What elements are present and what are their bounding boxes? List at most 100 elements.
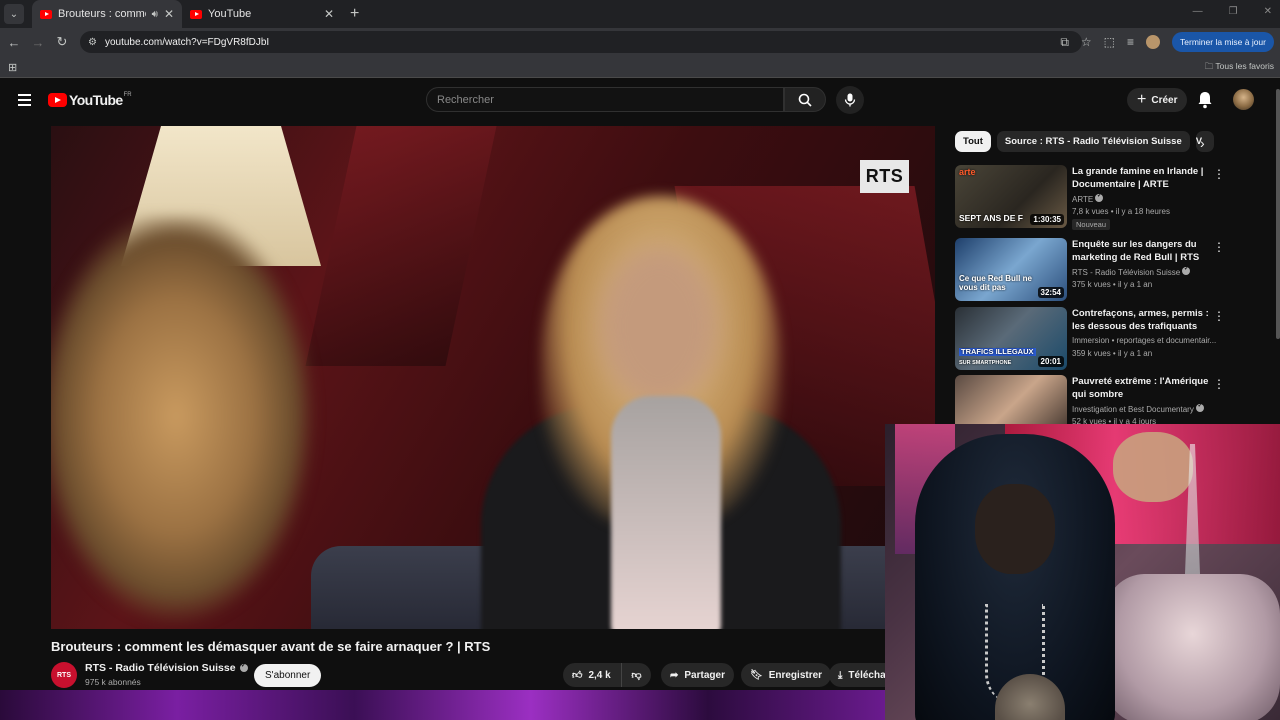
recommendation-title[interactable]: Pauvreté extrême : l'Amérique qui sombre (1072, 375, 1224, 401)
channel-name-text: ARTE (1072, 195, 1094, 204)
browser-tabstrip: ⌄ Brouteurs : comment les dé 🔊︎ ✕ YouTub… (0, 0, 1280, 28)
forward-icon[interactable]: → (26, 35, 50, 50)
youtube-logo[interactable]: YouTube FR (48, 92, 132, 108)
video-title: Brouteurs : comment les démasquer avant … (51, 639, 491, 654)
verified-icon (1095, 194, 1104, 202)
subscriber-count: 975 k abonnés (85, 677, 141, 687)
channel-name-text: RTS - Radio Télévision Suisse (1072, 268, 1181, 277)
create-button[interactable]: + Créer (1127, 88, 1188, 112)
filter-chips: Tout Source : RTS - Radio Télévision Sui… (955, 131, 1214, 152)
reading-list-icon[interactable]: ≡ (1127, 35, 1134, 49)
voice-search-button[interactable] (836, 86, 864, 114)
video-thumbnail[interactable]: arte SEPT ANS DE F 1:30:35 (955, 165, 1067, 228)
verified-icon (1182, 267, 1191, 275)
recommendation-title[interactable]: Enquête sur les dangers du marketing de … (1072, 238, 1224, 264)
plus-icon: + (1137, 91, 1147, 108)
download-label: Téléchar (848, 669, 885, 681)
browser-tab[interactable]: YouTube ✕ (182, 0, 342, 28)
recommendation-channel[interactable]: Investigation et Best Documentary (1072, 404, 1224, 414)
video-thumbnail[interactable]: Ce que Red Bull ne vous dit pas 32:54 (955, 238, 1067, 301)
chip-source[interactable]: Source : RTS - Radio Télévision Suisse (996, 131, 1190, 152)
youtube-favicon-icon (190, 9, 202, 19)
address-bar[interactable]: ⚙ youtube.com/watch?v=FDgVR8fDJbI (80, 31, 1082, 53)
folder-icon: 🗀︎ (1204, 61, 1216, 71)
recommendation-channel[interactable]: Immersion • reportages et documentair... (1072, 336, 1224, 345)
recommendation-title[interactable]: La grande famine en Irlande | Documentai… (1072, 165, 1224, 191)
youtube-play-icon (48, 93, 67, 107)
thumbnail-subcaption: SUR SMARTPHONE (959, 359, 1012, 366)
recommendation-item[interactable]: Ce que Red Bull ne vous dit pas 32:54 En… (955, 238, 1275, 302)
extensions-icon[interactable]: ⬚ (1104, 35, 1115, 49)
save-button[interactable]: 🔖︎ Enregistrer (741, 663, 832, 687)
recommendation-channel[interactable]: RTS - Radio Télévision Suisse (1072, 267, 1224, 277)
search-input[interactable]: Rechercher (426, 87, 784, 112)
more-options-icon[interactable]: ⋮ (1213, 167, 1225, 181)
thumbs-down-icon: 👎︎ (631, 670, 642, 681)
share-button[interactable]: ➦ Partager (661, 663, 734, 687)
channel-name[interactable]: RTS - Radio Télévision Suisse (85, 662, 248, 674)
like-count: 2,4 k (588, 669, 611, 681)
video-frame-interviewer (51, 216, 321, 629)
blurred-face (599, 246, 719, 406)
browser-tab-active[interactable]: Brouteurs : comment les dé 🔊︎ ✕ (32, 0, 182, 28)
more-options-icon[interactable]: ⋮ (1213, 377, 1225, 391)
channel-name-text: Investigation et Best Documentary (1072, 405, 1194, 414)
channel-avatar[interactable]: RTS (51, 662, 77, 688)
recommendation-item[interactable]: TRAFICS ILLEGAUX SUR SMARTPHONE 20:01 Co… (955, 307, 1275, 371)
video-duration: 20:01 (1037, 356, 1064, 367)
maximize-icon[interactable]: ❐ (1229, 6, 1238, 17)
account-avatar[interactable] (1233, 89, 1254, 110)
more-options-icon[interactable]: ⋮ (1213, 309, 1225, 323)
apps-grid-icon[interactable]: ⊞ (8, 61, 17, 74)
search-icon (798, 93, 812, 107)
minimize-icon[interactable]: — (1193, 6, 1203, 17)
video-thumbnail[interactable]: TRAFICS ILLEGAUX SUR SMARTPHONE 20:01 (955, 307, 1067, 370)
all-bookmarks-folder[interactable]: 🗀︎ Tous les favoris (1205, 61, 1274, 75)
page-scrollbar[interactable] (1276, 89, 1280, 339)
close-tab-icon[interactable]: ✕ (164, 7, 174, 21)
download-button[interactable]: ⤓ Téléchar (829, 663, 885, 687)
toolbar-actions: ⧉ ☆ ⬚ ≡ Terminer la mise à jour (1060, 32, 1274, 52)
subscribe-button[interactable]: S'abonner (254, 664, 322, 687)
dislike-button[interactable]: 👎︎ (621, 663, 651, 687)
new-badge: Nouveau (1072, 219, 1111, 230)
recommendation-channel[interactable]: ARTE (1072, 194, 1224, 204)
webcam-pillow (1105, 574, 1280, 720)
site-info-icon[interactable]: ⚙ (88, 37, 97, 48)
channel-name-text: RTS - Radio Télévision Suisse (85, 662, 236, 674)
close-tab-icon[interactable]: ✕ (324, 7, 334, 21)
update-button[interactable]: Terminer la mise à jour (1172, 32, 1274, 52)
thumbnail-caption: TRAFICS ILLEGAUX (959, 346, 1036, 356)
video-duration: 1:30:35 (1030, 214, 1064, 225)
recommendation-item[interactable]: arte SEPT ANS DE F 1:30:35 La grande fam… (955, 165, 1275, 230)
video-frame-scarf (611, 396, 721, 629)
search-button[interactable] (784, 87, 826, 112)
webcam-overlay (885, 424, 1280, 720)
notifications-bell-icon[interactable] (1197, 91, 1213, 109)
close-window-icon[interactable]: ✕ (1264, 6, 1272, 17)
bookmarks-bar: ⊞ 🗀︎ Tous les favoris (0, 56, 1280, 78)
recommendation-title[interactable]: Contrefaçons, armes, permis : les dessou… (1072, 307, 1224, 333)
all-bookmarks-label: Tous les favoris (1215, 61, 1274, 71)
browser-toolbar: ← → ↻ ⚙ youtube.com/watch?v=FDgVR8fDJbI … (0, 28, 1280, 56)
menu-icon[interactable] (18, 94, 31, 109)
rts-watermark: RTS (860, 160, 909, 193)
video-player[interactable]: RTS (51, 126, 935, 629)
back-icon[interactable]: ← (2, 35, 26, 50)
share-arrow-icon: ➦ (670, 669, 679, 681)
profile-icon[interactable] (1146, 35, 1161, 49)
recommendation-meta: 7,8 k vues • il y a 18 heures (1072, 207, 1170, 216)
speaker-icon[interactable]: 🔊︎ (152, 9, 158, 20)
new-tab-icon[interactable]: + (350, 5, 359, 23)
like-button[interactable]: 👍︎ 2,4 k (563, 663, 621, 687)
more-options-icon[interactable]: ⋮ (1213, 240, 1225, 254)
video-frame-shelf (305, 126, 497, 366)
tab-search-button[interactable]: ⌄ (4, 4, 24, 24)
bookmark-star-icon[interactable]: ☆ (1081, 35, 1092, 49)
reload-icon[interactable]: ↻ (50, 34, 74, 50)
chevron-right-icon[interactable]: › (1200, 135, 1205, 151)
thumbnail-caption: Ce que Red Bull ne vous dit pas (959, 274, 1032, 293)
cast-icon[interactable]: ⧉ (1060, 35, 1069, 50)
chip-all[interactable]: Tout (955, 131, 991, 152)
tab-title: Brouteurs : comment les dé (58, 8, 146, 20)
